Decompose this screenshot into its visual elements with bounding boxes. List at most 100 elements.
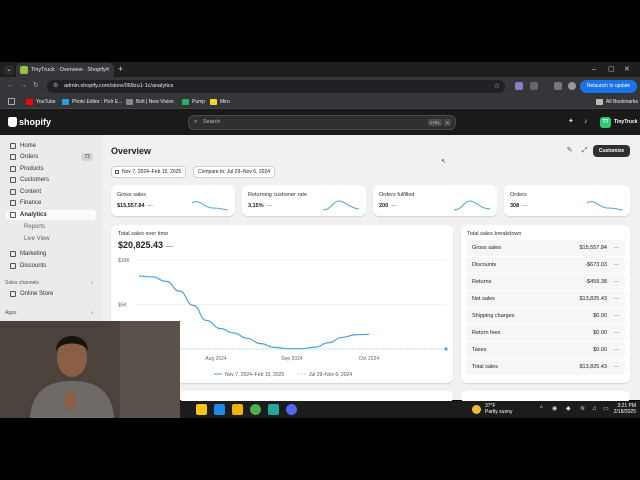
search-icon: ⌕ xyxy=(194,119,198,125)
windows-taskbar xyxy=(180,401,640,418)
maximize-icon[interactable]: ▢ xyxy=(608,64,615,75)
search-input[interactable]: ⌕ Search CTRL K xyxy=(188,115,456,130)
taskbar-app-icon[interactable] xyxy=(214,404,225,415)
close-tab-icon[interactable]: ✕ xyxy=(105,63,110,77)
metric-card-gross-sales[interactable]: Gross sales $15,557.84— xyxy=(111,185,235,216)
sidebar-item-finance[interactable]: Finance xyxy=(10,198,96,208)
breakdown-row: Shipping charges $0.00 — xyxy=(466,308,625,324)
close-window-icon[interactable]: ✕ xyxy=(624,64,630,75)
bookmark-star-icon[interactable]: ☆ xyxy=(494,80,500,93)
folder-icon xyxy=(596,99,603,105)
sidebar-item-customers[interactable]: Customers xyxy=(10,175,96,185)
breakdown-row-value: $0.00 xyxy=(593,330,607,336)
sidebar-item-online-store[interactable]: Online Store xyxy=(10,289,96,299)
apps-heading[interactable]: Apps › xyxy=(5,309,95,317)
page-title: Overview xyxy=(111,146,152,156)
breakdown-row-label: Shipping charges xyxy=(472,313,515,319)
taskbar-app-icon[interactable] xyxy=(196,404,207,415)
minimize-icon[interactable]: – xyxy=(592,64,596,75)
sidebar-item-products[interactable]: Products xyxy=(10,164,96,174)
breakdown-row: Total sales $13,825.43 — xyxy=(466,359,625,375)
tab-search-icon[interactable]: ⌄ xyxy=(4,65,14,75)
bookmark-pixlr[interactable]: Photo Editor : Pixlr E... xyxy=(62,97,122,107)
breakdown-row-delta: — xyxy=(613,347,620,353)
sidebar-item-analytics[interactable]: Analytics xyxy=(6,210,96,220)
back-icon[interactable]: ← xyxy=(7,81,14,91)
site-info-icon[interactable]: ⚙ xyxy=(53,80,58,93)
sales-channels-heading[interactable]: Sales channels › xyxy=(5,279,95,287)
sidebar-item-marketing[interactable]: Marketing xyxy=(10,249,96,259)
compare-range-picker[interactable]: Compare to: Jul 29–Nov 6, 2024 xyxy=(193,166,275,178)
sidebar-item-reports[interactable]: Reports xyxy=(10,222,96,232)
wifi-icon[interactable]: ≋ xyxy=(580,405,585,413)
search-placeholder: Search xyxy=(203,119,221,125)
breakdown-row: Taxes $0.00 — xyxy=(466,342,625,358)
url-text: admin.shopify.com/store/068zu1-1c/analyt… xyxy=(64,83,174,89)
tray-app-icon[interactable]: ◉ xyxy=(552,405,557,413)
browser-tab[interactable]: TinyTruck · Overview · Shopify ✕ xyxy=(16,63,114,77)
chrome-icon[interactable] xyxy=(250,404,261,415)
metric-card-orders[interactable]: Orders 308— xyxy=(504,185,630,216)
analytics-chart-icon xyxy=(10,212,16,218)
breakdown-row-label: Net sales xyxy=(472,296,495,302)
breakdown-row-value: -$459.38 xyxy=(585,279,607,285)
volume-icon[interactable]: ♫ xyxy=(592,405,597,413)
pixlr-icon xyxy=(62,99,69,105)
forward-icon[interactable]: → xyxy=(20,81,27,91)
miro-icon xyxy=(210,99,217,105)
system-clock[interactable]: 3:21 PM 2/18/2025 xyxy=(612,403,636,415)
sidebar-item-content[interactable]: Content xyxy=(10,187,96,197)
chevron-up-icon[interactable]: ^ xyxy=(540,405,543,413)
shopify-logo[interactable]: shopify xyxy=(8,116,51,128)
metric-card-returning-customer-rate[interactable]: Returning customer rate 3.15% — xyxy=(242,185,366,216)
bookmark-pump[interactable]: Pump xyxy=(182,97,205,107)
breakdown-row-value: $15,557.84 xyxy=(579,245,607,251)
weather-widget[interactable]: 37°F Partly sunny xyxy=(485,403,513,415)
metric-card-orders-fulfilled[interactable]: Orders fulfilled 200— xyxy=(373,185,497,216)
store-avatar[interactable]: TT xyxy=(600,117,611,128)
battery-icon[interactable]: ▭ xyxy=(603,405,609,413)
profile-icon[interactable] xyxy=(568,82,576,90)
orders-count-badge: 72 xyxy=(81,153,93,161)
bookmark-youtube[interactable]: YouTube xyxy=(26,97,56,107)
tab-title: TinyTruck · Overview · Shopify xyxy=(31,67,106,73)
sidebar-item-discounts[interactable]: Discounts xyxy=(10,261,96,271)
download-icon[interactable] xyxy=(554,82,562,90)
sidebar-item-orders[interactable]: Orders 72 xyxy=(10,152,96,162)
orders-sparkline xyxy=(587,201,623,211)
taskbar-app-icon[interactable] xyxy=(268,404,279,415)
customize-button[interactable]: Customize xyxy=(593,145,630,157)
y-tick-label: $10K xyxy=(118,258,130,264)
notifications-bell-icon[interactable]: ♪ xyxy=(584,117,588,127)
bookmark-bolt[interactable]: Bolt | New Vision xyxy=(126,97,174,107)
extensions-puzzle-icon[interactable] xyxy=(530,82,538,90)
url-bar[interactable]: ⚙ admin.shopify.com/store/068zu1-1c/anal… xyxy=(47,80,505,93)
sidebar-item-home[interactable]: Home xyxy=(10,141,96,151)
all-bookmarks[interactable]: All Bookmarks xyxy=(596,97,638,107)
sales-breakdown-card: Total sales breakdown Gross sales $15,557… xyxy=(461,225,630,383)
reload-icon[interactable]: ↻ xyxy=(33,81,39,91)
youtube-icon xyxy=(26,99,33,105)
breakdown-row-label: Taxes xyxy=(472,347,487,353)
bookmark-miro[interactable]: Miro xyxy=(210,97,230,107)
date-range-picker[interactable]: Nov 7, 2024–Feb 15, 2025 xyxy=(111,166,187,178)
breakdown-row-value: -$673.03 xyxy=(585,262,607,268)
kbd-k: K xyxy=(444,119,451,126)
store-name[interactable]: TinyTruck xyxy=(614,117,638,128)
breakdown-row-value: $13,825.43 xyxy=(579,364,607,370)
sidekick-icon[interactable]: ✦ xyxy=(568,117,574,127)
extension-icon[interactable] xyxy=(515,82,523,90)
fullscreen-icon[interactable]: ⤢ xyxy=(578,145,591,157)
new-tab-icon[interactable]: + xyxy=(118,64,123,75)
breakdown-row-delta: — xyxy=(613,313,620,319)
apps-grid-icon[interactable] xyxy=(8,98,15,105)
relaunch-button[interactable]: Relaunch to update xyxy=(580,80,637,93)
tray-app-icon[interactable]: ◆ xyxy=(566,405,571,413)
breakdown-row-value: $13,825.43 xyxy=(579,296,607,302)
discord-icon[interactable] xyxy=(286,404,297,415)
sidebar-item-live-view[interactable]: Live View xyxy=(10,234,96,244)
breakdown-row-delta: — xyxy=(613,262,620,268)
breakdown-title: Total sales breakdown xyxy=(467,231,522,237)
edit-layout-icon[interactable]: ✎ xyxy=(563,145,576,157)
file-explorer-icon[interactable] xyxy=(232,404,243,415)
